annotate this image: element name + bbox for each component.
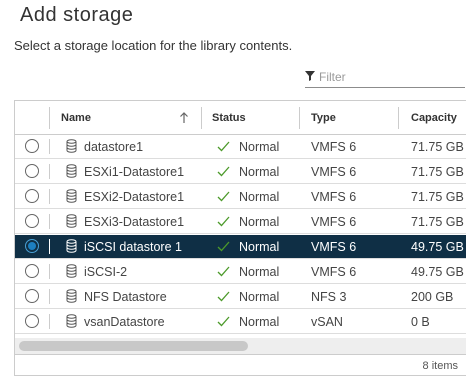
row-radio[interactable] xyxy=(25,239,39,253)
status-text: Normal xyxy=(239,190,280,204)
datastore-name: ESXi1-Datastore1 xyxy=(84,165,185,179)
datastore-name: vsanDatastore xyxy=(84,315,165,329)
check-icon xyxy=(217,241,230,252)
datastore-name: ESXi3-Datastore1 xyxy=(84,215,185,229)
capacity-text: 49.75 GB xyxy=(411,265,464,279)
dialog-title: Add storage xyxy=(20,4,134,26)
datastore-name: iSCSI-2 xyxy=(84,265,128,279)
status-text: Normal xyxy=(239,265,280,279)
capacity-text: 49.75 GB xyxy=(411,240,464,254)
grid-header: Name Status Type Capacity xyxy=(15,101,466,135)
scrollbar-thumb[interactable] xyxy=(19,341,248,351)
type-text: VMFS 6 xyxy=(311,215,357,229)
filter-box xyxy=(305,66,465,88)
row-radio[interactable] xyxy=(25,314,39,328)
row-radio[interactable] xyxy=(25,264,39,278)
row-separator xyxy=(49,264,50,279)
row-separator xyxy=(49,214,50,229)
datastore-name: NFS Datastore xyxy=(84,290,167,304)
capacity-text: 200 GB xyxy=(411,290,454,304)
column-header-capacity[interactable]: Capacity xyxy=(401,101,466,135)
row-separator xyxy=(49,164,50,179)
type-text: VMFS 6 xyxy=(311,165,357,179)
type-text: NFS 3 xyxy=(311,290,347,304)
datastore-icon xyxy=(66,239,77,253)
datastore-icon xyxy=(66,314,77,328)
status-text: Normal xyxy=(239,140,280,154)
check-icon xyxy=(217,291,230,302)
check-icon xyxy=(217,141,230,152)
datastore-icon xyxy=(66,139,77,153)
row-radio[interactable] xyxy=(25,214,39,228)
capacity-text: 71.75 GB xyxy=(411,165,464,179)
status-text: Normal xyxy=(239,240,280,254)
column-separator[interactable] xyxy=(398,107,399,129)
check-icon xyxy=(217,191,230,202)
type-text: vSAN xyxy=(311,315,343,329)
datastore-icon xyxy=(66,189,77,203)
arrow-up-icon[interactable] xyxy=(179,112,189,124)
status-text: Normal xyxy=(239,215,280,229)
table-row[interactable]: ESXi3-Datastore1 Normal VMFS 6 71.75 GB xyxy=(15,210,466,234)
datastore-icon xyxy=(66,164,77,178)
horizontal-scrollbar[interactable] xyxy=(15,338,466,354)
filter-icon[interactable] xyxy=(305,71,315,81)
row-radio[interactable] xyxy=(25,189,39,203)
check-icon xyxy=(217,266,230,277)
row-radio[interactable] xyxy=(25,139,39,153)
datastore-name: datastore1 xyxy=(84,140,144,154)
row-radio[interactable] xyxy=(25,164,39,178)
row-separator xyxy=(49,289,50,304)
datastore-grid: Name Status Type Capacity datastore1 Norm… xyxy=(14,100,466,376)
datastore-icon xyxy=(66,264,77,278)
row-separator xyxy=(49,139,50,154)
check-icon xyxy=(217,166,230,177)
check-icon xyxy=(217,316,230,327)
table-row[interactable]: iSCSI-2 Normal VMFS 6 49.75 GB xyxy=(15,260,466,284)
status-text: Normal xyxy=(239,315,280,329)
table-row[interactable]: datastore1 Normal VMFS 6 71.75 GB xyxy=(15,135,466,159)
item-count: 8 items xyxy=(422,360,458,372)
datastore-name: ESXi2-Datastore1 xyxy=(84,190,185,204)
type-text: VMFS 6 xyxy=(311,140,357,154)
datastore-icon xyxy=(66,214,77,228)
table-row[interactable]: iSCSI datastore 1 Normal VMFS 6 49.75 GB xyxy=(15,235,466,259)
column-separator[interactable] xyxy=(299,107,300,129)
filter-input[interactable] xyxy=(319,66,459,87)
type-text: VMFS 6 xyxy=(311,190,357,204)
datastore-icon xyxy=(66,289,77,303)
column-header-status[interactable]: Status xyxy=(202,101,298,135)
row-separator xyxy=(49,239,50,254)
grid-footer: 8 items xyxy=(15,354,466,375)
row-radio[interactable] xyxy=(25,289,39,303)
dialog-subtitle: Select a storage location for the librar… xyxy=(14,38,293,53)
column-header-type[interactable]: Type xyxy=(301,101,397,135)
status-text: Normal xyxy=(239,290,280,304)
row-separator xyxy=(49,314,50,329)
capacity-text: 71.75 GB xyxy=(411,140,464,154)
row-separator xyxy=(49,189,50,204)
capacity-text: 71.75 GB xyxy=(411,215,464,229)
column-separator xyxy=(49,107,50,129)
datastore-name: iSCSI datastore 1 xyxy=(84,240,182,254)
table-row[interactable]: vsanDatastore Normal vSAN 0 B xyxy=(15,310,466,334)
check-icon xyxy=(217,216,230,227)
table-row[interactable]: ESXi2-Datastore1 Normal VMFS 6 71.75 GB xyxy=(15,185,466,209)
table-row[interactable]: ESXi1-Datastore1 Normal VMFS 6 71.75 GB xyxy=(15,160,466,184)
type-text: VMFS 6 xyxy=(311,240,357,254)
table-row[interactable]: NFS Datastore Normal NFS 3 200 GB xyxy=(15,285,466,309)
capacity-text: 0 B xyxy=(411,315,430,329)
status-text: Normal xyxy=(239,165,280,179)
type-text: VMFS 6 xyxy=(311,265,357,279)
capacity-text: 71.75 GB xyxy=(411,190,464,204)
